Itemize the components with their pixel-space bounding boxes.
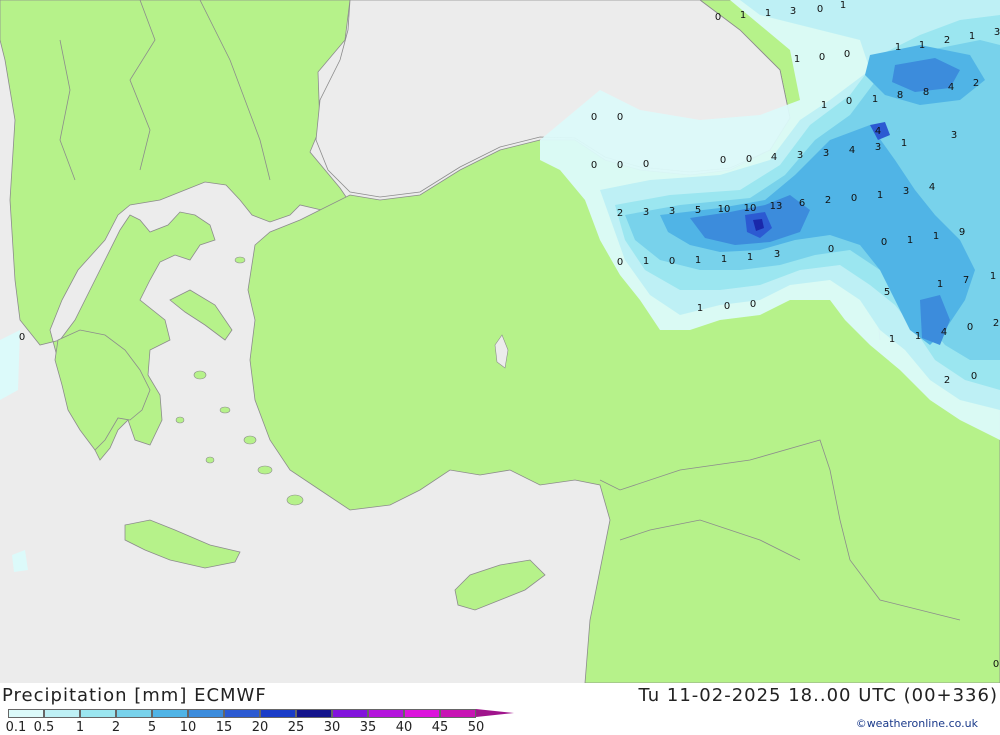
legend-swatch	[368, 709, 404, 718]
legend-swatch	[296, 709, 332, 718]
legend-swatch	[224, 709, 260, 718]
map-value-label: 0	[724, 301, 730, 312]
map-value-label: 0	[19, 332, 25, 343]
map-value-label: 1	[765, 8, 771, 19]
map-value-label: 3	[643, 207, 649, 218]
map-value-label: 1	[643, 256, 649, 267]
map-value-label: 1	[915, 331, 921, 342]
map-value-label: 0	[643, 159, 649, 170]
map-value-label: 5	[884, 287, 890, 298]
map-value-label: 5	[695, 205, 701, 216]
map-value-label: 3	[951, 130, 957, 141]
map-value-label: 8	[923, 87, 929, 98]
map-value-label: 0	[617, 257, 623, 268]
map-value-label: 10	[744, 203, 757, 214]
map-value-label: 4	[929, 182, 935, 193]
map-value-label: 1	[872, 94, 878, 105]
forecast-datetime: Tu 11-02-2025 18..00 UTC (00+336)	[638, 685, 998, 706]
map-value-label: 13	[770, 201, 783, 212]
map-value-label: 2	[825, 195, 831, 206]
map-value-label: 1	[933, 231, 939, 242]
legend-swatch	[440, 709, 476, 718]
legend-swatch	[332, 709, 368, 718]
map-value-label: 1	[895, 42, 901, 53]
map-value-label: 0	[846, 96, 852, 107]
map-value-label: 0	[715, 12, 721, 23]
map-value-label: 10	[718, 204, 731, 215]
map-value-label: 2	[973, 78, 979, 89]
map-value-label: 1	[937, 279, 943, 290]
map-value-label: 2	[944, 375, 950, 386]
credit-link[interactable]: ©weatheronline.co.uk	[856, 717, 978, 730]
map-value-label: 1	[877, 190, 883, 201]
legend-swatch	[8, 709, 44, 718]
map-value-label: 9	[959, 227, 965, 238]
map-value-label: 0	[591, 112, 597, 123]
map-value-label: 3	[875, 142, 881, 153]
map-value-label: 4	[771, 152, 777, 163]
map-value-label: 6	[799, 198, 805, 209]
map-value-label: 1	[740, 10, 746, 21]
map-value-label: 1	[907, 235, 913, 246]
map-value-label: 1	[919, 40, 925, 51]
map-value-label: 3	[903, 186, 909, 197]
map-value-label: 2	[993, 318, 999, 329]
map-value-label: 2	[944, 35, 950, 46]
map-value-label: 1	[969, 31, 975, 42]
map-value-label: 0	[993, 659, 999, 670]
precip-legend	[8, 709, 514, 718]
map-value-label: 3	[823, 148, 829, 159]
legend-swatch	[152, 709, 188, 718]
map-footer: Precipitation [mm] ECMWF Tu 11-02-2025 1…	[0, 683, 1000, 735]
map-value-label: 0	[750, 299, 756, 310]
map-value-label: 8	[897, 90, 903, 101]
map-value-label: 4	[948, 82, 954, 93]
map-value-label: 0	[967, 322, 973, 333]
map-title: Precipitation [mm] ECMWF	[2, 685, 267, 706]
map-value-label: 3	[790, 6, 796, 17]
map-value-label: 0	[881, 237, 887, 248]
map-value-label: 0	[828, 244, 834, 255]
map-value-label: 3	[669, 206, 675, 217]
map-value-label: 0	[819, 52, 825, 63]
legend-swatch	[188, 709, 224, 718]
map-value-label: 1	[901, 138, 907, 149]
legend-swatch	[80, 709, 116, 718]
legend-swatch	[116, 709, 152, 718]
map-value-label: 3	[797, 150, 803, 161]
map-value-label: 1	[990, 271, 996, 282]
map-value-label: 0	[851, 193, 857, 204]
map-value-label: 0	[844, 49, 850, 60]
map-value-label: 0	[746, 154, 752, 165]
legend-swatch	[404, 709, 440, 718]
legend-swatch	[260, 709, 296, 718]
map-value-label: 1	[747, 252, 753, 263]
map-value-label: 1	[794, 54, 800, 65]
precipitation-map[interactable]: 0 1 1 3 0 1 1 0 0 1 1 2 1 3 8 8 4 2 1 0 …	[0, 0, 1000, 683]
map-value-label: 4	[849, 145, 855, 156]
map-value-label: 1	[821, 100, 827, 111]
map-value-label: 1	[697, 303, 703, 314]
map-value-label: 4	[875, 126, 881, 137]
legend-swatch	[44, 709, 80, 718]
map-value-label: 1	[695, 255, 701, 266]
map-value-label: 0	[669, 256, 675, 267]
map-value-label: 3	[774, 249, 780, 260]
map-value-label: 1	[840, 0, 846, 11]
map-value-label: 0	[617, 160, 623, 171]
legend-arrow	[476, 709, 514, 717]
map-value-label: 3	[994, 27, 1000, 38]
map-value-label: 7	[963, 275, 969, 286]
map-value-label: 4	[941, 327, 947, 338]
map-value-label: 1	[721, 254, 727, 265]
map-value-label: 0	[720, 155, 726, 166]
map-value-label: 0	[591, 160, 597, 171]
map-value-label: 0	[817, 4, 823, 15]
map-value-label: 0	[617, 112, 623, 123]
map-value-label: 1	[889, 334, 895, 345]
map-value-label: 0	[971, 371, 977, 382]
map-value-label: 2	[617, 208, 623, 219]
legend-ticks: 0.1 0.5 1 2 5 10 15 20 25 30 35 40 45 50	[0, 720, 540, 735]
